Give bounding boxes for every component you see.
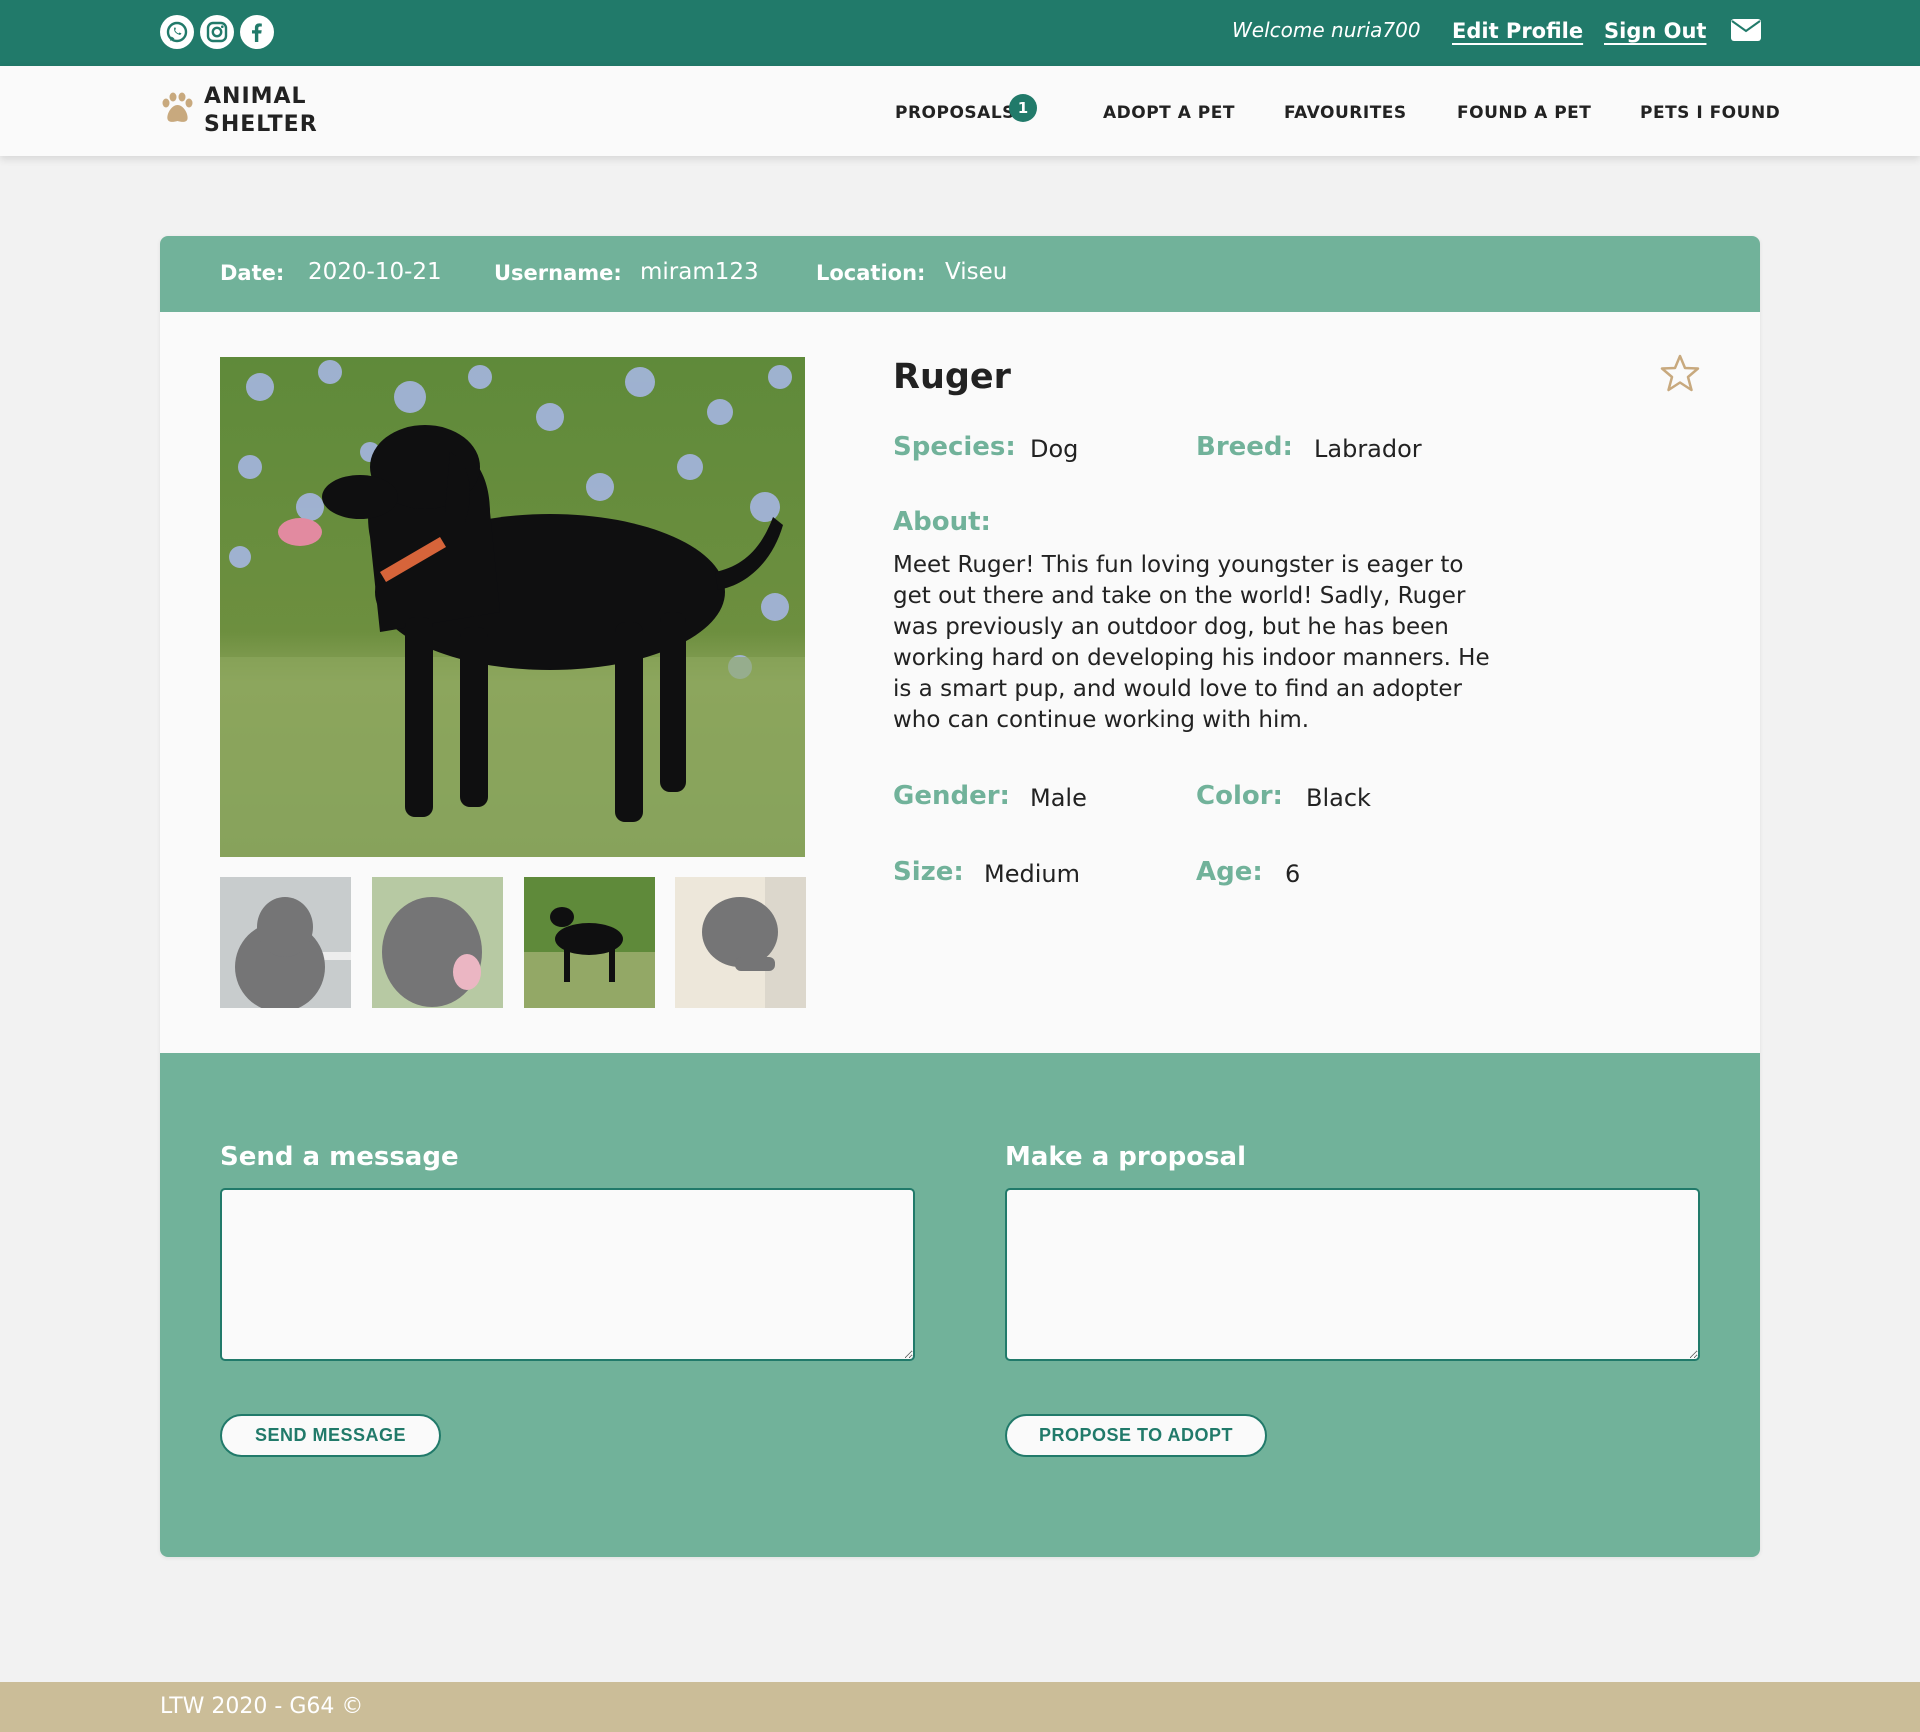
age-value: 6 (1285, 860, 1301, 888)
gender-label: Gender: (893, 781, 1010, 811)
breed-value: Labrador (1314, 435, 1422, 463)
sign-out-link[interactable]: Sign Out (1604, 19, 1706, 43)
thumbnail-3[interactable] (524, 877, 655, 1008)
color-value: Black (1306, 784, 1371, 812)
make-proposal-title: Make a proposal (1005, 1142, 1246, 1172)
envelope-icon[interactable] (1731, 19, 1761, 45)
footer-text: LTW 2020 - G64 © (160, 1694, 364, 1719)
whatsapp-icon[interactable] (160, 15, 194, 49)
thumbnail-4[interactable] (675, 877, 806, 1008)
main-nav: ANIMAL SHELTER PROPOSALS 1 ADOPT A PET F… (0, 66, 1920, 156)
edit-profile-link[interactable]: Edit Profile (1452, 19, 1583, 43)
message-textarea[interactable] (220, 1188, 915, 1361)
nav-found-a-pet[interactable]: FOUND A PET (1457, 103, 1591, 123)
site-logo[interactable]: ANIMAL SHELTER (158, 83, 318, 139)
about-label: About: (893, 507, 991, 537)
breed-label: Breed: (1196, 432, 1293, 462)
size-value: Medium (984, 860, 1080, 888)
logo-line-2: SHELTER (204, 112, 318, 137)
thumbnail-2[interactable] (372, 877, 503, 1008)
date-value: 2020-10-21 (308, 259, 442, 285)
username-label: Username: (494, 261, 622, 285)
main-pet-photo (220, 357, 805, 857)
species-label: Species: (893, 432, 1016, 462)
nav-proposals[interactable]: PROPOSALS (895, 103, 1015, 123)
age-label: Age: (1196, 857, 1263, 887)
footer: LTW 2020 - G64 © (0, 1682, 1920, 1732)
welcome-text: Welcome nuria700 (1232, 18, 1421, 42)
pet-card: Date: 2020-10-21 Username: miram123 Loca… (160, 236, 1760, 1557)
gender-value: Male (1030, 784, 1087, 812)
species-value: Dog (1030, 435, 1079, 463)
nav-adopt-a-pet[interactable]: ADOPT A PET (1103, 103, 1235, 123)
paw-icon (158, 92, 196, 130)
facebook-icon[interactable] (240, 15, 274, 49)
social-links (160, 15, 274, 49)
size-label: Size: (893, 857, 964, 887)
location-value: Viseu (945, 259, 1008, 285)
about-text: Meet Ruger! This fun loving youngster is… (893, 552, 1490, 733)
nav-favourites[interactable]: FAVOURITES (1284, 103, 1407, 123)
logo-text: ANIMAL SHELTER (204, 83, 318, 139)
send-message-button[interactable]: SEND MESSAGE (220, 1414, 441, 1457)
color-label: Color: (1196, 781, 1283, 811)
pet-meta-bar: Date: 2020-10-21 Username: miram123 Loca… (160, 236, 1760, 312)
send-message-title: Send a message (220, 1142, 459, 1172)
instagram-icon[interactable] (200, 15, 234, 49)
contact-section: Send a message SEND MESSAGE Make a propo… (160, 1053, 1760, 1557)
nav-pets-i-found[interactable]: PETS I FOUND (1640, 103, 1780, 123)
top-bar: Welcome nuria700 Edit Profile Sign Out (0, 0, 1920, 66)
proposals-count-badge: 1 (1009, 94, 1037, 122)
logo-line-1: ANIMAL (204, 84, 307, 109)
proposal-textarea[interactable] (1005, 1188, 1700, 1361)
username-value[interactable]: miram123 (640, 259, 759, 285)
location-label: Location: (816, 261, 926, 285)
thumbnail-1[interactable] (220, 877, 351, 1008)
favourite-star-icon[interactable] (1660, 354, 1700, 396)
date-label: Date: (220, 261, 285, 285)
propose-to-adopt-button[interactable]: PROPOSE TO ADOPT (1005, 1414, 1267, 1457)
pet-name: Ruger (893, 357, 1011, 397)
